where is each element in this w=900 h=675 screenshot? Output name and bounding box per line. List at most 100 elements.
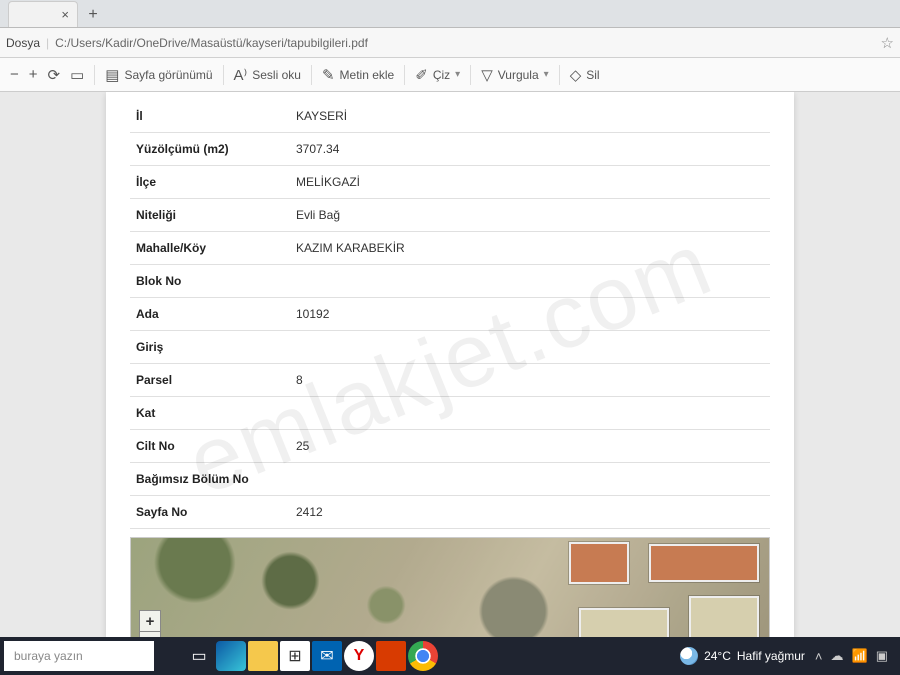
- map-zoom-in-button[interactable]: +: [140, 611, 160, 631]
- field-label: Cilt No: [130, 430, 290, 463]
- table-row: Yüzölçümü (m2)3707.34: [130, 133, 770, 166]
- field-label: Blok No: [130, 265, 290, 298]
- weather-widget[interactable]: 24°C Hafif yağmur: [680, 647, 805, 665]
- field-label: Niteliği: [130, 199, 290, 232]
- system-tray: 24°C Hafif yağmur ˄ ☁ 📶 ▣: [680, 647, 900, 665]
- page-view-button[interactable]: ▤ Sayfa görünümü: [105, 66, 212, 84]
- add-text-label: Metin ekle: [340, 68, 395, 82]
- page-view-icon: ▤: [105, 66, 119, 84]
- read-aloud-icon: A⁾: [234, 66, 248, 84]
- table-row: İlKAYSERİ: [130, 100, 770, 133]
- field-label: Parsel: [130, 364, 290, 397]
- field-value: [290, 331, 770, 364]
- field-label: İlçe: [130, 166, 290, 199]
- map-zoom-control: + −: [139, 610, 161, 637]
- table-row: NiteliğiEvli Bağ: [130, 199, 770, 232]
- read-aloud-button[interactable]: A⁾ Sesli oku: [234, 66, 301, 84]
- office-icon[interactable]: [376, 641, 406, 671]
- field-label: Ada: [130, 298, 290, 331]
- rotate-button[interactable]: ⟳: [48, 66, 61, 84]
- draw-icon: ✐: [415, 66, 428, 84]
- field-value: Evli Bağ: [290, 199, 770, 232]
- cloud-icon[interactable]: ☁: [831, 648, 844, 664]
- field-label: Kat: [130, 397, 290, 430]
- field-label: Giriş: [130, 331, 290, 364]
- windows-taskbar: buraya yazın ▭ ⊞ ✉ Y 24°C Hafif yağmur ˄…: [0, 637, 900, 675]
- erase-button[interactable]: ◇Sil: [570, 66, 600, 84]
- taskbar-search[interactable]: buraya yazın: [4, 641, 154, 671]
- battery-icon[interactable]: ▣: [876, 648, 888, 664]
- highlight-icon: ▽: [481, 66, 493, 84]
- table-row: Blok No: [130, 265, 770, 298]
- new-tab-button[interactable]: +: [80, 3, 106, 27]
- separator: [311, 65, 312, 85]
- store-icon[interactable]: ⊞: [280, 641, 310, 671]
- field-value: 8: [290, 364, 770, 397]
- fit-button[interactable]: ▭: [70, 66, 84, 84]
- file-scheme-label: Dosya: [6, 36, 40, 50]
- field-value: [290, 397, 770, 430]
- chevron-down-icon: ▾: [455, 69, 460, 80]
- pdf-toolbar: − + ⟳ ▭ ▤ Sayfa görünümü A⁾ Sesli oku ✎ Met…: [0, 58, 900, 92]
- yandex-icon[interactable]: Y: [344, 641, 374, 671]
- table-row: Bağımsız Bölüm No: [130, 463, 770, 496]
- field-value: 25: [290, 430, 770, 463]
- map-buildings: [482, 538, 769, 637]
- add-text-icon: ✎: [322, 66, 335, 84]
- task-view-icon[interactable]: ▭: [184, 641, 214, 671]
- plus-icon: +: [29, 66, 38, 83]
- zoom-in-button[interactable]: +: [29, 66, 38, 83]
- erase-icon: ◇: [570, 66, 582, 84]
- page-view-label: Sayfa görünümü: [124, 68, 212, 82]
- table-row: Parsel8: [130, 364, 770, 397]
- field-label: Sayfa No: [130, 496, 290, 529]
- separator: [94, 65, 95, 85]
- browser-tab[interactable]: ×: [8, 1, 78, 27]
- deed-info-table: İlKAYSERİYüzölçümü (m2)3707.34İlçeMELİKG…: [130, 100, 770, 529]
- tray-icons[interactable]: ˄ ☁ 📶 ▣: [815, 648, 888, 664]
- close-tab-icon[interactable]: ×: [61, 7, 69, 22]
- zoom-out-button[interactable]: −: [10, 66, 19, 83]
- tray-chevron-icon[interactable]: ˄: [815, 649, 823, 664]
- draw-label: Çiz: [433, 68, 450, 82]
- field-value: 3707.34: [290, 133, 770, 166]
- separator: [223, 65, 224, 85]
- add-text-button[interactable]: ✎ Metin ekle: [322, 66, 394, 84]
- url-text[interactable]: C:/Users/Kadir/OneDrive/Masaüstü/kayseri…: [55, 36, 874, 50]
- field-label: İl: [130, 100, 290, 133]
- field-label: Bağımsız Bölüm No: [130, 463, 290, 496]
- field-label: Yüzölçümü (m2): [130, 133, 290, 166]
- separator: [470, 65, 471, 85]
- separator: |: [46, 36, 49, 50]
- table-row: Cilt No25: [130, 430, 770, 463]
- table-row: Ada10192: [130, 298, 770, 331]
- table-row: Sayfa No2412: [130, 496, 770, 529]
- draw-button[interactable]: ✐ Çiz ▾: [415, 66, 460, 84]
- address-bar: Dosya | C:/Users/Kadir/OneDrive/Masaüstü…: [0, 28, 900, 58]
- fit-icon: ▭: [70, 66, 84, 84]
- table-row: Kat: [130, 397, 770, 430]
- favorite-icon[interactable]: ☆: [881, 34, 894, 52]
- satellite-map[interactable]: + −: [130, 537, 770, 637]
- field-label: Mahalle/Köy: [130, 232, 290, 265]
- minus-icon: −: [10, 66, 19, 83]
- separator: [404, 65, 405, 85]
- read-aloud-label: Sesli oku: [252, 68, 301, 82]
- mail-icon[interactable]: ✉: [312, 641, 342, 671]
- weather-temp: 24°C: [704, 649, 731, 663]
- table-row: Giriş: [130, 331, 770, 364]
- highlight-button[interactable]: ▽Vurgula▾: [481, 66, 549, 84]
- file-explorer-icon[interactable]: [248, 641, 278, 671]
- edge-icon[interactable]: [216, 641, 246, 671]
- field-value: 2412: [290, 496, 770, 529]
- field-value: [290, 463, 770, 496]
- pdf-viewport[interactable]: emlakjet.com İlKAYSERİYüzölçümü (m2)3707…: [0, 92, 900, 637]
- network-icon[interactable]: 📶: [852, 648, 868, 664]
- chevron-down-icon: ▾: [544, 69, 549, 80]
- rotate-icon: ⟳: [48, 66, 61, 84]
- table-row: Mahalle/KöyKAZIM KARABEKİR: [130, 232, 770, 265]
- browser-tab-strip: × +: [0, 0, 900, 28]
- table-row: İlçeMELİKGAZİ: [130, 166, 770, 199]
- field-value: KAYSERİ: [290, 100, 770, 133]
- chrome-icon[interactable]: [408, 641, 438, 671]
